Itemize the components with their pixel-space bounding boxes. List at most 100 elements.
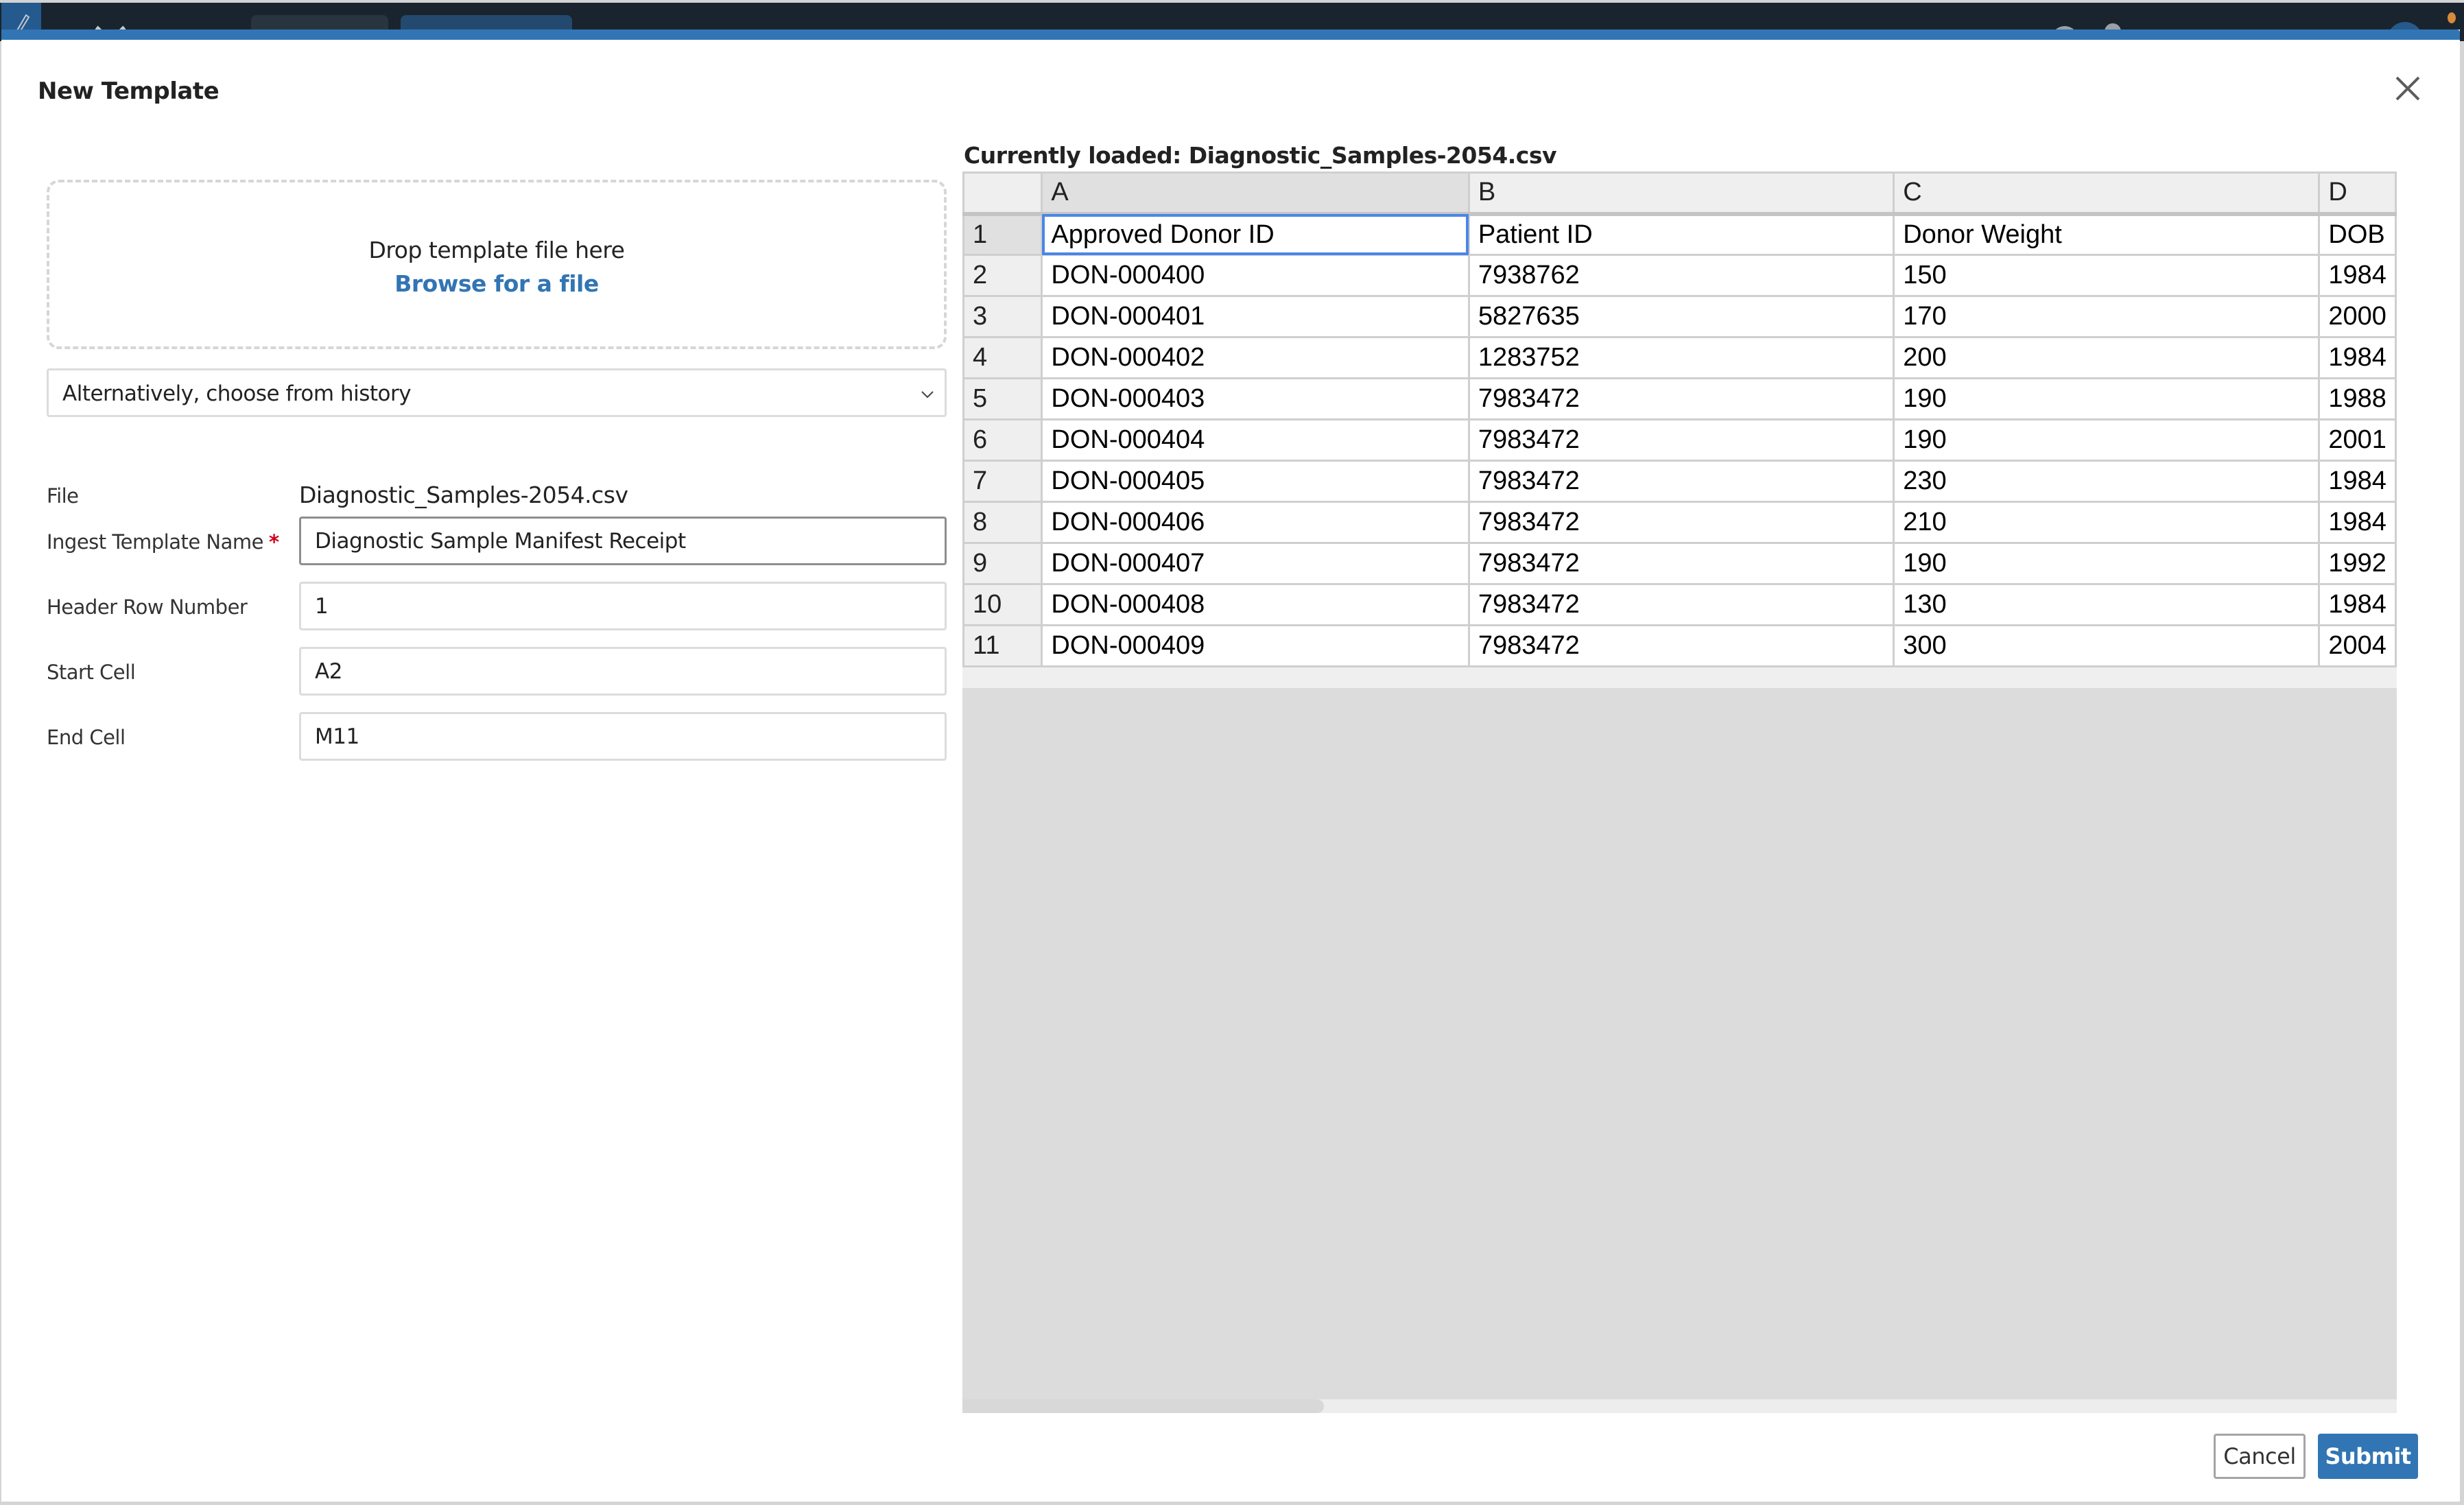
column-header-c[interactable]: C (1893, 171, 2321, 216)
file-dropzone[interactable]: Drop template file here Browse for a fil… (47, 180, 947, 349)
row-number[interactable]: 7 (962, 460, 1043, 503)
cell-a3[interactable]: DON-000401 (1041, 295, 1470, 338)
cell-b5[interactable]: 7983472 (1467, 377, 1895, 420)
cell-a8[interactable]: DON-000406 (1041, 501, 1470, 544)
column-header-d[interactable]: D (2318, 171, 2397, 216)
cell-d11[interactable]: 2004 (2318, 624, 2397, 667)
table-row: 11 DON-000409 7983472 300 2004 (962, 624, 2397, 667)
row-number[interactable]: 6 (962, 418, 1043, 462)
cell-c4[interactable]: 200 (1893, 336, 2321, 379)
cell-b7[interactable]: 7983472 (1467, 460, 1895, 503)
template-name-label: Ingest Template Name * (47, 530, 279, 554)
row-number[interactable]: 10 (962, 583, 1043, 626)
currently-loaded-label: Currently loaded: Diagnostic_Samples-205… (964, 142, 1557, 169)
cell-b4[interactable]: 1283752 (1467, 336, 1895, 379)
cell-c5[interactable]: 190 (1893, 377, 2321, 420)
history-select-value: Alternatively, choose from history (62, 381, 412, 406)
horizontal-scrollbar[interactable] (962, 1399, 2397, 1413)
cell-d6[interactable]: 2001 (2318, 418, 2397, 462)
header-row-number-row: Header Row Number (47, 582, 947, 630)
cell-b1[interactable]: Patient ID (1467, 213, 1895, 256)
spreadsheet-preview[interactable]: ABCD 1 Approved Donor ID Patient ID Donor W… (962, 171, 2397, 1399)
template-name-row: Ingest Template Name * (47, 517, 947, 565)
header-row-number-label: Header Row Number (47, 595, 248, 619)
cell-a6[interactable]: DON-000404 (1041, 418, 1470, 462)
cell-d7[interactable]: 1984 (2318, 460, 2397, 503)
table-row: 9 DON-000407 7983472 190 1992 (962, 542, 2397, 585)
chevron-down-icon (921, 391, 934, 399)
cell-a9[interactable]: DON-000407 (1041, 542, 1470, 585)
cell-c9[interactable]: 190 (1893, 542, 2321, 585)
cell-d9[interactable]: 1992 (2318, 542, 2397, 585)
horizontal-scrollbar-thumb[interactable] (962, 1399, 1324, 1413)
cell-b10[interactable]: 7983472 (1467, 583, 1895, 626)
cell-a10[interactable]: DON-000408 (1041, 583, 1470, 626)
cell-a11[interactable]: DON-000409 (1041, 624, 1470, 667)
file-row: File Diagnostic_Samples-2054.csv (47, 471, 947, 519)
history-select[interactable]: Alternatively, choose from history (47, 368, 947, 417)
notification-dot (2448, 12, 2456, 23)
cell-c2[interactable]: 150 (1893, 254, 2321, 297)
row-number[interactable]: 3 (962, 295, 1043, 338)
cell-b11[interactable]: 7983472 (1467, 624, 1895, 667)
submit-button[interactable]: Submit (2318, 1434, 2418, 1479)
cell-c10[interactable]: 130 (1893, 583, 2321, 626)
cell-b9[interactable]: 7983472 (1467, 542, 1895, 585)
new-template-modal: New Template Drop template file here Bro… (1, 29, 2460, 1502)
cell-a2[interactable]: DON-000400 (1041, 254, 1470, 297)
row-number[interactable]: 4 (962, 336, 1043, 379)
start-cell-input[interactable] (299, 647, 947, 696)
corner-cell[interactable] (962, 171, 1043, 216)
close-icon (2395, 76, 2420, 101)
table-row: 4 DON-000402 1283752 200 1984 (962, 336, 2397, 379)
cell-d4[interactable]: 1984 (2318, 336, 2397, 379)
cell-d5[interactable]: 1988 (2318, 377, 2397, 420)
cancel-button[interactable]: Cancel (2214, 1434, 2306, 1479)
end-cell-input[interactable] (299, 712, 947, 761)
browse-file-link[interactable]: Browse for a file (49, 270, 944, 297)
close-button[interactable] (2389, 69, 2427, 108)
cell-d1[interactable]: DOB (2318, 213, 2397, 256)
template-name-input[interactable] (299, 517, 947, 565)
row-number[interactable]: 5 (962, 377, 1043, 420)
cell-c7[interactable]: 230 (1893, 460, 2321, 503)
modal-title: New Template (38, 78, 220, 105)
cell-a1[interactable]: Approved Donor ID (1041, 213, 1470, 256)
cell-b2[interactable]: 7938762 (1467, 254, 1895, 297)
spreadsheet-table: ABCD 1 Approved Donor ID Patient ID Donor W… (962, 171, 2397, 667)
cell-d10[interactable]: 1984 (2318, 583, 2397, 626)
end-cell-label: End Cell (47, 726, 126, 749)
cell-a5[interactable]: DON-000403 (1041, 377, 1470, 420)
table-row: 1 Approved Donor ID Patient ID Donor Weight… (962, 213, 2397, 256)
header-row-number-input[interactable] (299, 582, 947, 630)
row-number[interactable]: 11 (962, 624, 1043, 667)
cell-d8[interactable]: 1984 (2318, 501, 2397, 544)
cell-b8[interactable]: 7983472 (1467, 501, 1895, 544)
column-header-a[interactable]: A (1041, 171, 1470, 216)
row-number[interactable]: 9 (962, 542, 1043, 585)
row-number[interactable]: 8 (962, 501, 1043, 544)
cell-c8[interactable]: 210 (1893, 501, 2321, 544)
cell-a4[interactable]: DON-000402 (1041, 336, 1470, 379)
cell-c1[interactable]: Donor Weight (1893, 213, 2321, 256)
modal-accent-stripe (1, 29, 2460, 40)
cell-b6[interactable]: 7983472 (1467, 418, 1895, 462)
table-row: 7 DON-000405 7983472 230 1984 (962, 460, 2397, 503)
cell-b3[interactable]: 5827635 (1467, 295, 1895, 338)
dropzone-prompt: Drop template file here (368, 237, 625, 263)
cell-d3[interactable]: 2000 (2318, 295, 2397, 338)
table-row: 6 DON-000404 7983472 190 2001 (962, 418, 2397, 462)
table-row: 10 DON-000408 7983472 130 1984 (962, 583, 2397, 626)
file-label: File (47, 484, 79, 508)
start-cell-row: Start Cell (47, 647, 947, 696)
cell-d2[interactable]: 1984 (2318, 254, 2397, 297)
row-number[interactable]: 2 (962, 254, 1043, 297)
cell-a7[interactable]: DON-000405 (1041, 460, 1470, 503)
cell-c11[interactable]: 300 (1893, 624, 2321, 667)
column-header-row: ABCD (962, 171, 2397, 216)
file-value: Diagnostic_Samples-2054.csv (299, 482, 628, 508)
cell-c3[interactable]: 170 (1893, 295, 2321, 338)
row-number[interactable]: 1 (962, 213, 1043, 256)
cell-c6[interactable]: 190 (1893, 418, 2321, 462)
column-header-b[interactable]: B (1467, 171, 1895, 216)
